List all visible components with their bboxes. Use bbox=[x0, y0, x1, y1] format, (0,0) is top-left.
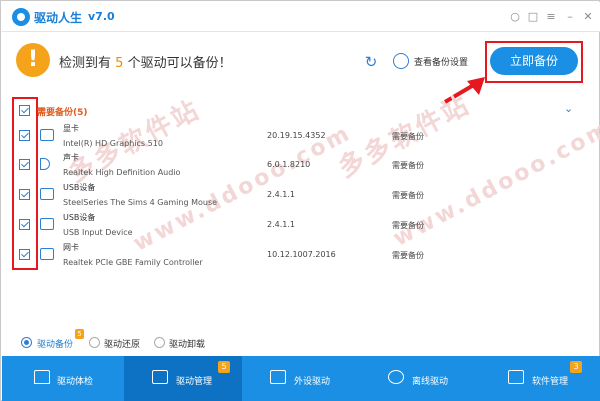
nav-driver-checkup[interactable]: 驱动体检 bbox=[2, 356, 122, 401]
group-label: 需要备份(5) bbox=[37, 108, 88, 118]
title-bar: 驱动人生 v7.0 ○ □ ≡ – ✕ bbox=[2, 2, 600, 32]
minimize-icon[interactable]: – bbox=[563, 10, 577, 24]
item-status: 需要备份 bbox=[392, 132, 424, 141]
nav-label: 驱动体检 bbox=[57, 377, 94, 387]
shirt-icon[interactable]: □ bbox=[526, 10, 540, 24]
item-name: Realtek PCIe GBE Family Controller bbox=[63, 258, 203, 267]
item-name: SteelSeries The Sims 4 Gaming Mouse bbox=[63, 198, 218, 207]
headline-suffix: 个驱动可以备份！ bbox=[127, 56, 232, 71]
item-status: 需要备份 bbox=[392, 161, 424, 170]
item-category: USB设备 bbox=[63, 183, 96, 192]
network-icon bbox=[40, 248, 54, 260]
mode-label-restore[interactable]: 驱动还原 bbox=[104, 337, 140, 350]
nav-label: 软件管理 bbox=[532, 377, 569, 387]
bottom-nav: 驱动体检 驱动管理 5 外设驱动 离线驱动 软件管理 3 bbox=[2, 356, 600, 401]
home-icon bbox=[34, 370, 50, 384]
driver-count: 5 bbox=[115, 56, 124, 71]
item-version: 6.0.1.8210 bbox=[267, 160, 311, 169]
item-version: 2.4.1.1 bbox=[267, 190, 295, 199]
app-version: v7.0 bbox=[88, 10, 115, 23]
mode-selector: 驱动备份 5 驱动还原 驱动卸载 bbox=[2, 329, 600, 355]
refresh-icon[interactable]: ↻ bbox=[362, 53, 380, 71]
item-checkbox[interactable] bbox=[19, 249, 30, 260]
item-status: 需要备份 bbox=[392, 251, 424, 260]
monitor-icon bbox=[152, 370, 168, 384]
item-version: 10.12.1007.2016 bbox=[267, 250, 336, 259]
app-logo-icon bbox=[12, 8, 30, 26]
app-title: 驱动人生 bbox=[34, 11, 83, 25]
item-status: 需要备份 bbox=[392, 191, 424, 200]
item-name: Intel(R) HD Graphics 510 bbox=[63, 139, 163, 148]
item-version: 20.19.15.4352 bbox=[267, 131, 326, 140]
speaker-icon bbox=[40, 158, 50, 170]
warning-icon: ! bbox=[16, 43, 50, 77]
item-category: USB设备 bbox=[63, 213, 96, 222]
usb-drive-icon bbox=[40, 188, 54, 200]
headline-prefix: 检测到有 bbox=[59, 56, 112, 71]
radio-restore[interactable] bbox=[89, 337, 100, 348]
nav-badge: 3 bbox=[570, 361, 582, 373]
radio-uninstall[interactable] bbox=[154, 337, 165, 348]
item-checkbox[interactable] bbox=[19, 130, 30, 141]
chevron-down-icon[interactable]: ⌄ bbox=[564, 102, 573, 115]
tools-icon bbox=[388, 370, 404, 384]
backup-now-button[interactable]: 立即备份 bbox=[490, 47, 578, 75]
settings-icon[interactable] bbox=[393, 53, 409, 69]
item-checkbox[interactable] bbox=[19, 159, 30, 170]
item-category: 网卡 bbox=[63, 243, 79, 252]
display-icon bbox=[40, 129, 54, 141]
headline: 检测到有 5 个驱动可以备份！ bbox=[59, 52, 232, 71]
nav-offline-drivers[interactable]: 离线驱动 bbox=[362, 356, 482, 401]
item-checkbox[interactable] bbox=[19, 189, 30, 200]
app-window: 驱动人生 v7.0 ○ □ ≡ – ✕ ! 检测到有 5 个驱动可以备份！ ↻ … bbox=[0, 0, 600, 401]
select-all-checkbox[interactable] bbox=[19, 105, 30, 116]
nav-label: 离线驱动 bbox=[412, 377, 449, 387]
close-icon[interactable]: ✕ bbox=[581, 10, 595, 24]
item-category: 声卡 bbox=[63, 153, 79, 162]
nav-badge: 5 bbox=[218, 361, 230, 373]
item-checkbox[interactable] bbox=[19, 219, 30, 230]
item-name: USB Input Device bbox=[63, 228, 133, 237]
radio-backup[interactable] bbox=[21, 337, 32, 348]
item-version: 2.4.1.1 bbox=[267, 220, 295, 229]
mode-label-backup[interactable]: 驱动备份 bbox=[37, 337, 73, 350]
envelope-icon bbox=[508, 370, 524, 384]
nav-label: 外设驱动 bbox=[294, 377, 331, 387]
menu-icon[interactable]: ≡ bbox=[544, 10, 558, 24]
printer-icon bbox=[270, 370, 286, 384]
view-backup-settings-link[interactable]: 查看备份设置 bbox=[414, 55, 468, 68]
nav-software-management[interactable]: 软件管理 3 bbox=[482, 356, 600, 401]
backup-count-badge: 5 bbox=[75, 329, 84, 339]
nav-peripheral-drivers[interactable]: 外设驱动 bbox=[242, 356, 362, 401]
checkbox-highlight bbox=[12, 97, 38, 270]
chat-icon[interactable]: ○ bbox=[508, 10, 522, 24]
usb-drive-icon bbox=[40, 218, 54, 230]
item-category: 显卡 bbox=[63, 124, 79, 133]
item-status: 需要备份 bbox=[392, 221, 424, 230]
item-name: Realtek High Definition Audio bbox=[63, 168, 181, 177]
mode-label-uninstall[interactable]: 驱动卸载 bbox=[169, 337, 205, 350]
nav-driver-management[interactable]: 驱动管理 5 bbox=[124, 356, 242, 401]
nav-label: 驱动管理 bbox=[176, 377, 213, 387]
